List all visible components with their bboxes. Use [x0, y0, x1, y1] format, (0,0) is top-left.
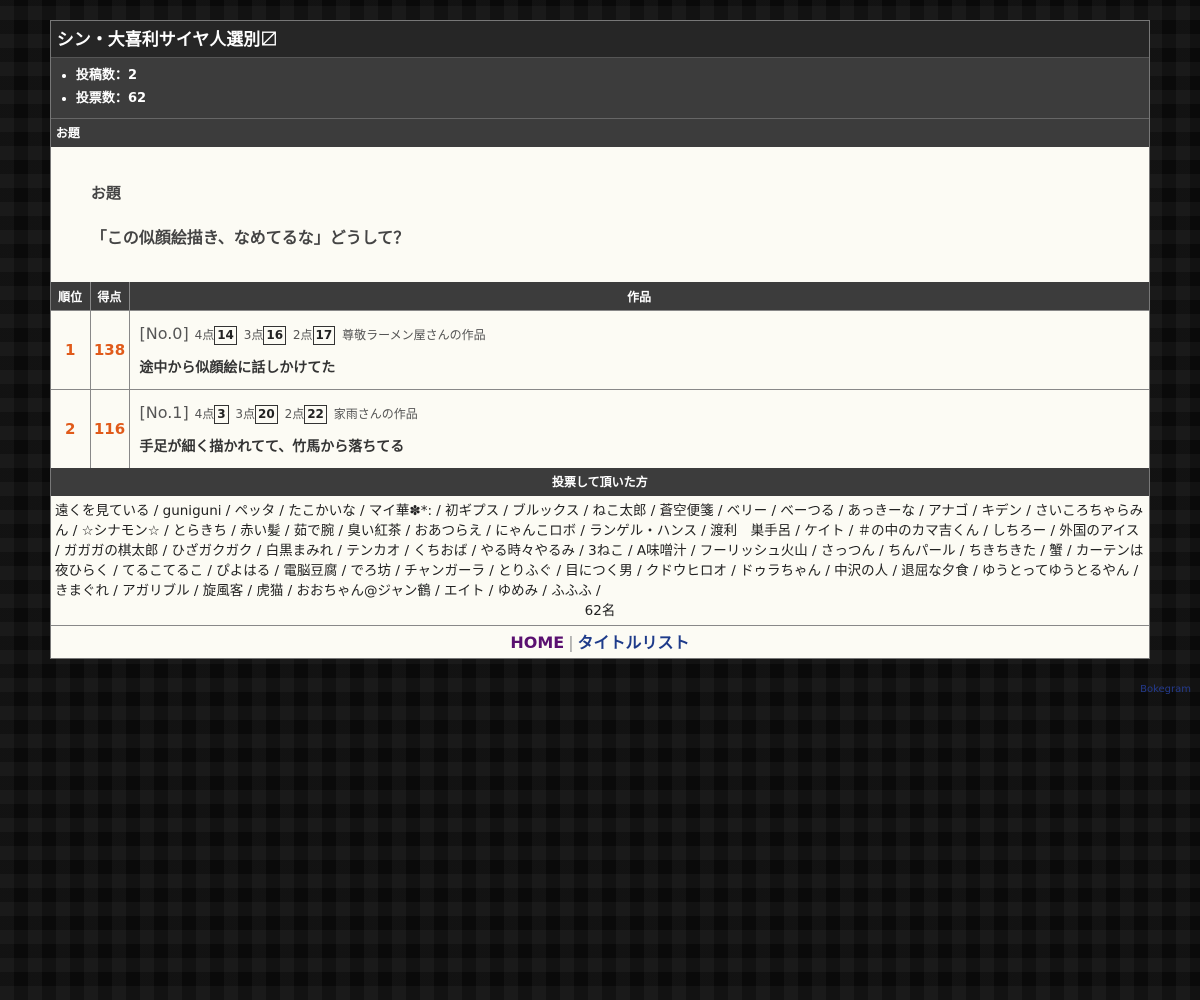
title-list-link[interactable]: タイトルリスト — [578, 633, 690, 652]
theme-label: お題 — [91, 184, 122, 202]
points-3-count: 16 — [263, 325, 287, 345]
points-4-label: 4点 — [194, 327, 215, 342]
footer-nav: HOME | タイトルリスト — [51, 625, 1149, 658]
work-meta: [No.1] 4点 3 3点 20 2点 22 家雨さんの作品 — [140, 403, 1150, 424]
points-3-count: 20 — [255, 404, 278, 424]
points-2-count: 17 — [312, 325, 336, 345]
theme-section-header: お題 — [51, 119, 1149, 147]
work-cell: [No.1] 4点 3 3点 20 2点 22 家雨さんの作品 手足が細く描かれてて、… — [129, 389, 1150, 468]
score-header: 得点 — [90, 282, 130, 311]
work-meta: [No.0] 4点 14 3点 16 2点 17 尊敬ラーメン屋さんの作品 — [140, 324, 1150, 345]
points-2-label: 2点 — [292, 327, 313, 342]
nav-separator: | — [568, 633, 574, 652]
work-header: 作品 — [129, 282, 1149, 311]
brand-link[interactable]: Bokegram — [1140, 684, 1191, 695]
work-cell: [No.0] 4点 14 3点 16 2点 17 尊敬ラーメン屋さんの作品 途中から似… — [129, 310, 1150, 390]
points-4-label: 4点 — [194, 406, 215, 421]
points-2-label: 2点 — [284, 406, 305, 421]
theme-box: お題 「この似顔絵描き、なめてるな」どうして？ — [51, 147, 1149, 282]
work-number: [No.0] — [139, 323, 189, 343]
table-row: 1 138 [No.0] 4点 14 3点 16 2点 17 尊敬ラーメン屋さんの作品… — [51, 310, 1150, 390]
home-link[interactable]: HOME — [510, 633, 564, 652]
table-row: 2 116 [No.1] 4点 3 3点 20 2点 22 家雨さんの作品 手足が細く… — [51, 389, 1150, 468]
work-number: [No.1] — [139, 402, 189, 422]
voters-names: 遠くを見ている / guniguni / ペッタ / たこかいな / マイ華✽*… — [55, 503, 1144, 599]
points-2-count: 22 — [304, 404, 327, 424]
results-table: 順位 得点 作品 1 138 [No.0] 4点 14 3点 16 2点 17 尊敬ラ… — [51, 282, 1149, 468]
points-3-label: 3点 — [235, 406, 256, 421]
voters-count: 62名 — [584, 603, 616, 619]
rank-cell: 1 — [51, 310, 91, 390]
work-author: 尊敬ラーメン屋さんの作品 — [342, 327, 486, 342]
points-4-count: 3 — [214, 404, 229, 424]
results-header-row: 順位 得点 作品 — [51, 282, 1149, 311]
work-text: 途中から似顔絵に話しかけてた — [139, 359, 336, 376]
post-count: 投稿数：2 — [76, 64, 1149, 87]
score-cell: 138 — [90, 310, 130, 390]
main-panel: シン・大喜利サイヤ人選別〼 投稿数：2 投票数：62 お題 お題 「この似顔絵描… — [50, 20, 1150, 659]
theme-text: 「この似顔絵描き、なめてるな」どうして？ — [91, 228, 410, 247]
score-cell: 116 — [90, 389, 130, 468]
rank-cell: 2 — [51, 389, 91, 468]
points-3-label: 3点 — [243, 327, 264, 342]
points-4-count: 14 — [214, 325, 237, 345]
voters-section-header: 投票して頂いた方 — [51, 468, 1149, 496]
rank-header: 順位 — [51, 282, 91, 311]
page-title: シン・大喜利サイヤ人選別〼 — [51, 21, 1149, 58]
stats-list: 投稿数：2 投票数：62 — [51, 58, 1149, 119]
work-text: 手足が細く描かれてて、竹馬から落ちてる — [139, 438, 405, 455]
vote-count: 投票数：62 — [76, 87, 1149, 110]
voters-list: 遠くを見ている / guniguni / ペッタ / たこかいな / マイ華✽*… — [51, 496, 1149, 625]
work-author: 家雨さんの作品 — [333, 406, 418, 421]
